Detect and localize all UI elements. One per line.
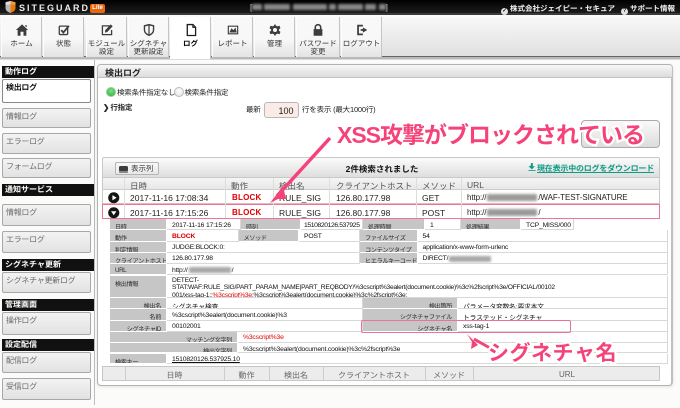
svg-text:XSS攻撃がブロックされている: XSS攻撃がブロックされている [337,122,644,148]
svg-text:シグネチャ名: シグネチャ名 [488,341,617,365]
